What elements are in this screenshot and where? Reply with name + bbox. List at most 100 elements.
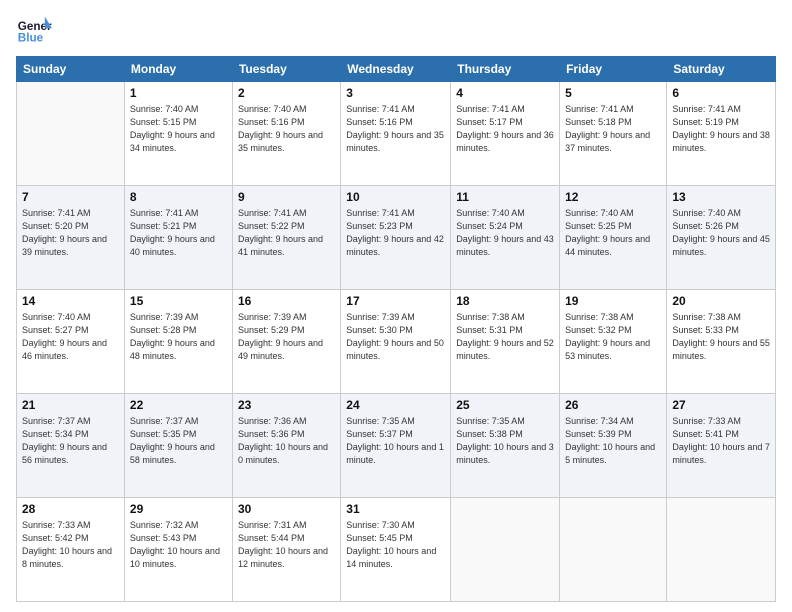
day-info: Sunrise: 7:39 AMSunset: 5:29 PMDaylight:… (238, 311, 335, 363)
day-info: Sunrise: 7:40 AMSunset: 5:27 PMDaylight:… (22, 311, 119, 363)
day-info: Sunrise: 7:33 AMSunset: 5:42 PMDaylight:… (22, 519, 119, 571)
day-info: Sunrise: 7:41 AMSunset: 5:21 PMDaylight:… (130, 207, 227, 259)
day-number: 20 (672, 293, 770, 310)
calendar-cell: 9Sunrise: 7:41 AMSunset: 5:22 PMDaylight… (232, 186, 340, 290)
calendar-week-2: 7Sunrise: 7:41 AMSunset: 5:20 PMDaylight… (17, 186, 776, 290)
weekday-header-sunday: Sunday (17, 57, 125, 82)
weekday-header-saturday: Saturday (667, 57, 776, 82)
calendar-table: SundayMondayTuesdayWednesdayThursdayFrid… (16, 56, 776, 602)
weekday-header-friday: Friday (560, 57, 667, 82)
day-number: 15 (130, 293, 227, 310)
day-number: 18 (456, 293, 554, 310)
day-number: 5 (565, 85, 661, 102)
weekday-header-row: SundayMondayTuesdayWednesdayThursdayFrid… (17, 57, 776, 82)
calendar-cell: 10Sunrise: 7:41 AMSunset: 5:23 PMDayligh… (341, 186, 451, 290)
calendar-cell: 28Sunrise: 7:33 AMSunset: 5:42 PMDayligh… (17, 498, 125, 602)
day-number: 6 (672, 85, 770, 102)
day-info: Sunrise: 7:38 AMSunset: 5:31 PMDaylight:… (456, 311, 554, 363)
calendar-cell (667, 498, 776, 602)
day-number: 7 (22, 189, 119, 206)
day-info: Sunrise: 7:40 AMSunset: 5:16 PMDaylight:… (238, 103, 335, 155)
calendar-cell: 23Sunrise: 7:36 AMSunset: 5:36 PMDayligh… (232, 394, 340, 498)
day-info: Sunrise: 7:36 AMSunset: 5:36 PMDaylight:… (238, 415, 335, 467)
calendar-week-3: 14Sunrise: 7:40 AMSunset: 5:27 PMDayligh… (17, 290, 776, 394)
calendar-cell: 8Sunrise: 7:41 AMSunset: 5:21 PMDaylight… (124, 186, 232, 290)
day-number: 4 (456, 85, 554, 102)
calendar-cell: 29Sunrise: 7:32 AMSunset: 5:43 PMDayligh… (124, 498, 232, 602)
day-info: Sunrise: 7:39 AMSunset: 5:30 PMDaylight:… (346, 311, 445, 363)
calendar-cell: 14Sunrise: 7:40 AMSunset: 5:27 PMDayligh… (17, 290, 125, 394)
day-info: Sunrise: 7:41 AMSunset: 5:23 PMDaylight:… (346, 207, 445, 259)
day-number: 13 (672, 189, 770, 206)
calendar-cell: 12Sunrise: 7:40 AMSunset: 5:25 PMDayligh… (560, 186, 667, 290)
calendar-cell: 25Sunrise: 7:35 AMSunset: 5:38 PMDayligh… (451, 394, 560, 498)
calendar-cell: 18Sunrise: 7:38 AMSunset: 5:31 PMDayligh… (451, 290, 560, 394)
day-number: 30 (238, 501, 335, 518)
day-info: Sunrise: 7:39 AMSunset: 5:28 PMDaylight:… (130, 311, 227, 363)
day-info: Sunrise: 7:38 AMSunset: 5:32 PMDaylight:… (565, 311, 661, 363)
day-info: Sunrise: 7:40 AMSunset: 5:26 PMDaylight:… (672, 207, 770, 259)
calendar-cell: 13Sunrise: 7:40 AMSunset: 5:26 PMDayligh… (667, 186, 776, 290)
day-info: Sunrise: 7:40 AMSunset: 5:15 PMDaylight:… (130, 103, 227, 155)
calendar-cell: 22Sunrise: 7:37 AMSunset: 5:35 PMDayligh… (124, 394, 232, 498)
calendar-cell: 31Sunrise: 7:30 AMSunset: 5:45 PMDayligh… (341, 498, 451, 602)
weekday-header-wednesday: Wednesday (341, 57, 451, 82)
day-info: Sunrise: 7:32 AMSunset: 5:43 PMDaylight:… (130, 519, 227, 571)
day-info: Sunrise: 7:37 AMSunset: 5:35 PMDaylight:… (130, 415, 227, 467)
day-number: 2 (238, 85, 335, 102)
day-info: Sunrise: 7:37 AMSunset: 5:34 PMDaylight:… (22, 415, 119, 467)
svg-text:Blue: Blue (18, 32, 44, 45)
day-number: 16 (238, 293, 335, 310)
calendar-cell: 26Sunrise: 7:34 AMSunset: 5:39 PMDayligh… (560, 394, 667, 498)
day-number: 23 (238, 397, 335, 414)
day-info: Sunrise: 7:41 AMSunset: 5:18 PMDaylight:… (565, 103, 661, 155)
calendar-cell: 4Sunrise: 7:41 AMSunset: 5:17 PMDaylight… (451, 82, 560, 186)
day-info: Sunrise: 7:33 AMSunset: 5:41 PMDaylight:… (672, 415, 770, 467)
calendar-week-5: 28Sunrise: 7:33 AMSunset: 5:42 PMDayligh… (17, 498, 776, 602)
calendar-cell: 16Sunrise: 7:39 AMSunset: 5:29 PMDayligh… (232, 290, 340, 394)
calendar-cell: 19Sunrise: 7:38 AMSunset: 5:32 PMDayligh… (560, 290, 667, 394)
day-info: Sunrise: 7:40 AMSunset: 5:25 PMDaylight:… (565, 207, 661, 259)
day-number: 19 (565, 293, 661, 310)
calendar-cell: 1Sunrise: 7:40 AMSunset: 5:15 PMDaylight… (124, 82, 232, 186)
page-header: General Blue (16, 12, 776, 48)
calendar-week-4: 21Sunrise: 7:37 AMSunset: 5:34 PMDayligh… (17, 394, 776, 498)
day-number: 12 (565, 189, 661, 206)
day-info: Sunrise: 7:40 AMSunset: 5:24 PMDaylight:… (456, 207, 554, 259)
weekday-header-thursday: Thursday (451, 57, 560, 82)
day-number: 1 (130, 85, 227, 102)
calendar-cell: 15Sunrise: 7:39 AMSunset: 5:28 PMDayligh… (124, 290, 232, 394)
day-number: 31 (346, 501, 445, 518)
logo: General Blue (16, 12, 52, 48)
day-info: Sunrise: 7:35 AMSunset: 5:38 PMDaylight:… (456, 415, 554, 467)
day-info: Sunrise: 7:38 AMSunset: 5:33 PMDaylight:… (672, 311, 770, 363)
calendar-cell: 3Sunrise: 7:41 AMSunset: 5:16 PMDaylight… (341, 82, 451, 186)
day-number: 17 (346, 293, 445, 310)
day-info: Sunrise: 7:41 AMSunset: 5:20 PMDaylight:… (22, 207, 119, 259)
day-number: 29 (130, 501, 227, 518)
day-number: 21 (22, 397, 119, 414)
weekday-header-monday: Monday (124, 57, 232, 82)
day-info: Sunrise: 7:41 AMSunset: 5:22 PMDaylight:… (238, 207, 335, 259)
calendar-cell: 20Sunrise: 7:38 AMSunset: 5:33 PMDayligh… (667, 290, 776, 394)
day-info: Sunrise: 7:30 AMSunset: 5:45 PMDaylight:… (346, 519, 445, 571)
day-number: 22 (130, 397, 227, 414)
calendar-cell: 11Sunrise: 7:40 AMSunset: 5:24 PMDayligh… (451, 186, 560, 290)
day-number: 9 (238, 189, 335, 206)
calendar-cell (451, 498, 560, 602)
day-number: 14 (22, 293, 119, 310)
calendar-cell: 21Sunrise: 7:37 AMSunset: 5:34 PMDayligh… (17, 394, 125, 498)
day-number: 8 (130, 189, 227, 206)
day-number: 10 (346, 189, 445, 206)
day-number: 28 (22, 501, 119, 518)
day-number: 26 (565, 397, 661, 414)
day-info: Sunrise: 7:41 AMSunset: 5:19 PMDaylight:… (672, 103, 770, 155)
day-number: 24 (346, 397, 445, 414)
calendar-cell: 6Sunrise: 7:41 AMSunset: 5:19 PMDaylight… (667, 82, 776, 186)
calendar-cell: 7Sunrise: 7:41 AMSunset: 5:20 PMDaylight… (17, 186, 125, 290)
day-info: Sunrise: 7:35 AMSunset: 5:37 PMDaylight:… (346, 415, 445, 467)
day-info: Sunrise: 7:41 AMSunset: 5:17 PMDaylight:… (456, 103, 554, 155)
calendar-cell (560, 498, 667, 602)
calendar-cell: 5Sunrise: 7:41 AMSunset: 5:18 PMDaylight… (560, 82, 667, 186)
day-info: Sunrise: 7:31 AMSunset: 5:44 PMDaylight:… (238, 519, 335, 571)
